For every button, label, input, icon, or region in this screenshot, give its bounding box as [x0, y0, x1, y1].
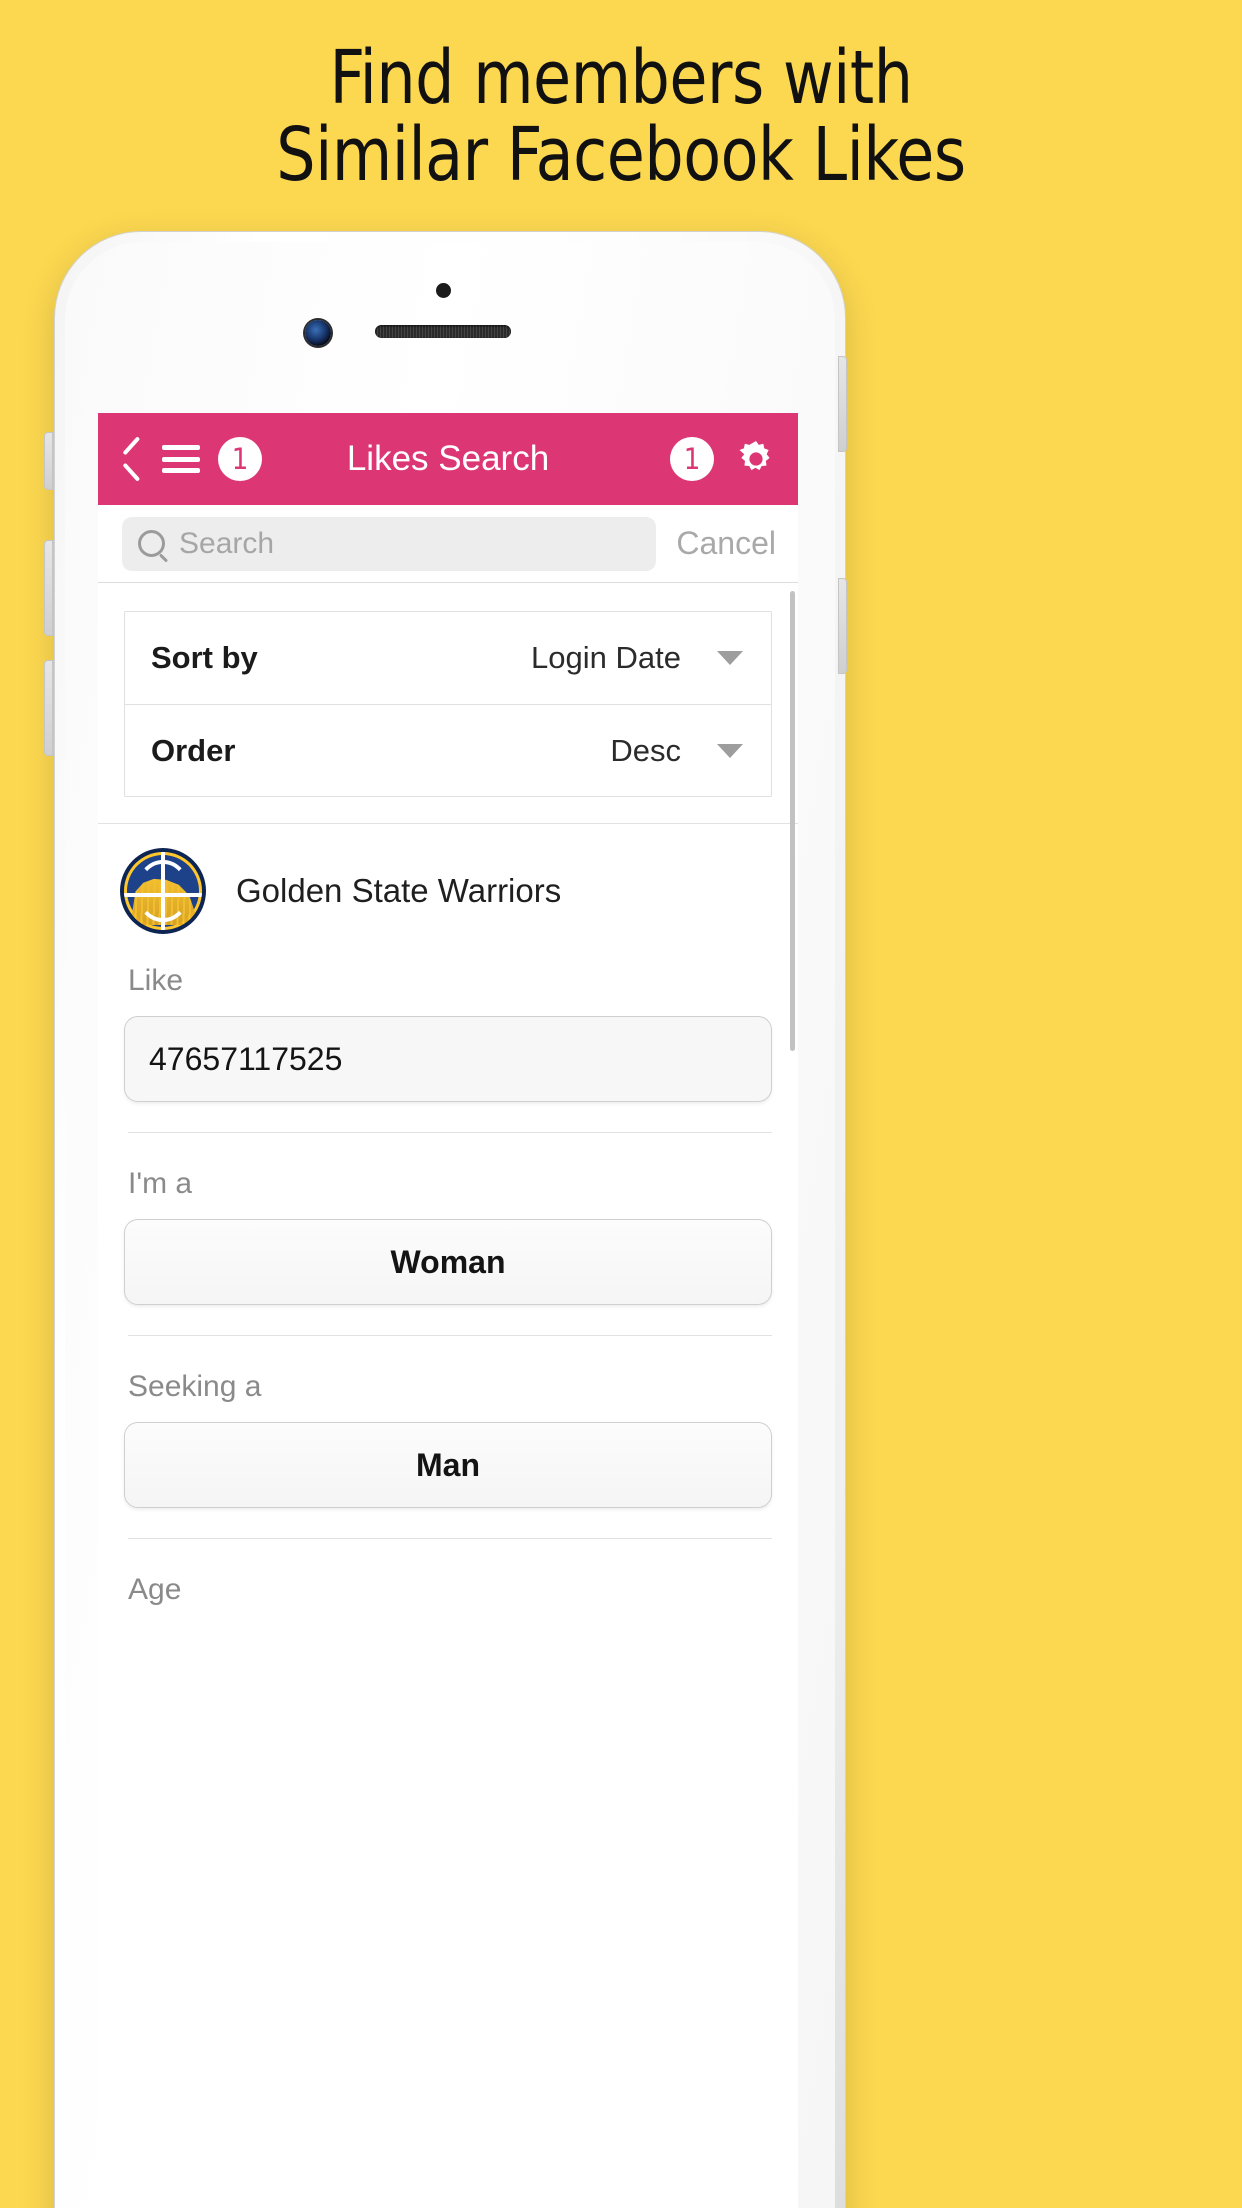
- phone-earpiece-speaker: [375, 325, 511, 338]
- search-bar: Search Cancel: [98, 505, 798, 583]
- field-divider: [128, 1335, 772, 1336]
- menu-notification-badge[interactable]: 1: [218, 437, 262, 481]
- headline-line-2: Similar Facebook Likes: [276, 111, 966, 198]
- age-field-label: Age: [128, 1573, 182, 1606]
- phone-volume-up-button: [44, 540, 53, 636]
- like-id-value: 47657117525: [149, 1040, 343, 1077]
- golden-state-warriors-logo-icon: [124, 852, 202, 930]
- page-title: Find members with Similar Facebook Likes: [43, 40, 1198, 194]
- content-scroll-area: Sort by Login Date Order Desc Golden Sta…: [98, 583, 798, 2207]
- search-input[interactable]: Search: [122, 516, 657, 571]
- chevron-down-icon: [717, 743, 743, 758]
- poster-canvas: Find members with Similar Facebook Likes…: [0, 0, 1242, 2208]
- order-value: Desc: [610, 732, 681, 768]
- im-a-value: Woman: [390, 1243, 506, 1280]
- hamburger-menu-icon[interactable]: [162, 445, 200, 473]
- order-label: Order: [151, 732, 236, 768]
- phone-volume-down-button: [44, 660, 53, 756]
- phone-silent-switch: [44, 432, 53, 490]
- phone-power-button-lower: [838, 578, 847, 674]
- im-a-field-label: I'm a: [128, 1167, 193, 1200]
- back-icon[interactable]: [118, 439, 144, 479]
- field-divider: [128, 1132, 772, 1133]
- like-item-header: Golden State Warriors: [98, 824, 798, 930]
- alerts-notification-badge[interactable]: 1: [670, 437, 714, 481]
- like-field-label: Like: [128, 964, 184, 997]
- filter-card: Sort by Login Date Order Desc: [124, 611, 772, 797]
- field-divider: [128, 1538, 772, 1539]
- search-icon: [138, 530, 165, 557]
- team-name-label: Golden State Warriors: [236, 872, 562, 909]
- like-id-input[interactable]: 47657117525: [124, 1016, 772, 1102]
- seeking-a-selector[interactable]: Man: [124, 1422, 772, 1508]
- search-placeholder: Search: [179, 526, 275, 560]
- fields-container: Like 47657117525 I'm a Woman Seeking a M…: [98, 964, 798, 1607]
- sort-by-row[interactable]: Sort by Login Date: [125, 612, 771, 704]
- app-screen: 1 Likes Search 1 Search Cancel Sort by L…: [98, 413, 798, 2208]
- phone-power-button: [838, 356, 847, 452]
- seeking-a-value: Man: [416, 1446, 480, 1483]
- app-navbar: 1 Likes Search 1: [98, 413, 798, 505]
- headline-line-1: Find members with: [329, 35, 913, 121]
- cancel-button[interactable]: Cancel: [656, 525, 798, 562]
- seeking-a-field-label: Seeking a: [128, 1370, 262, 1403]
- vertical-scrollbar[interactable]: [790, 591, 795, 1051]
- chevron-down-icon: [717, 651, 743, 665]
- navbar-right-group: 1: [670, 437, 778, 481]
- im-a-selector[interactable]: Woman: [124, 1219, 772, 1305]
- sort-by-label: Sort by: [151, 640, 258, 675]
- navbar-left-group: 1: [118, 437, 262, 481]
- phone-front-camera: [305, 320, 331, 346]
- sort-by-value: Login Date: [531, 640, 681, 675]
- order-row[interactable]: Order Desc: [125, 704, 771, 796]
- gear-icon[interactable]: [734, 437, 778, 481]
- phone-proximity-sensor: [436, 283, 451, 298]
